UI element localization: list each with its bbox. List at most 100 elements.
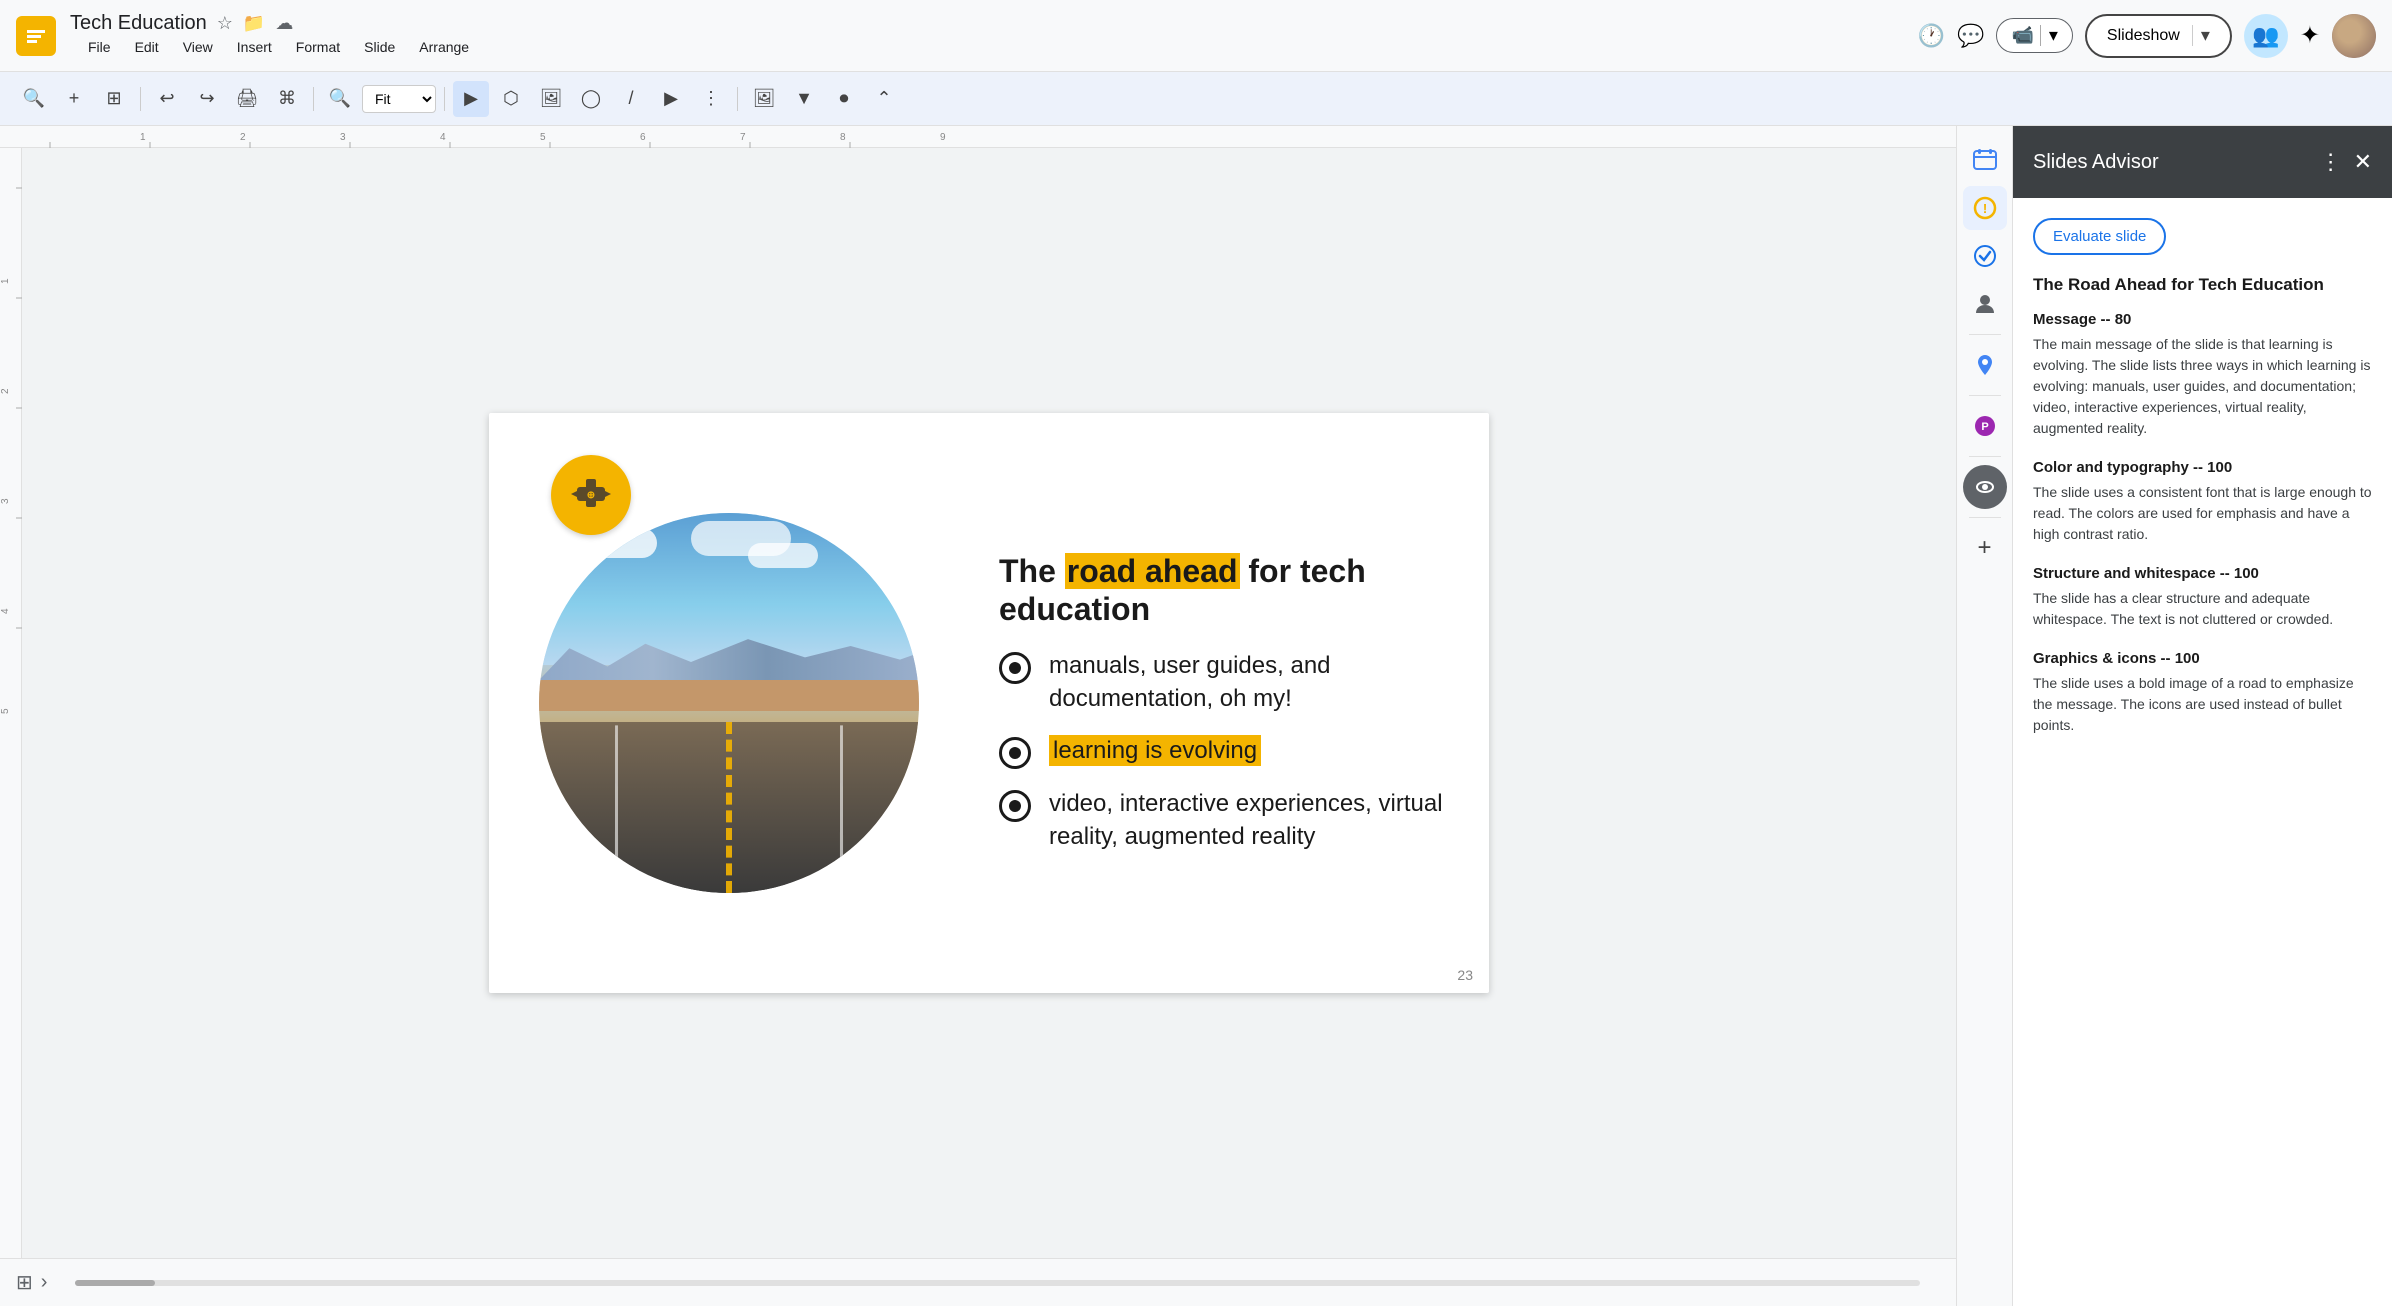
- slide-left: ⊕: [489, 413, 969, 993]
- advisor-section-message: Message -- 80 The main message of the sl…: [2033, 311, 2372, 439]
- svg-text:1: 1: [0, 278, 11, 284]
- folder-icon[interactable]: 📁: [243, 13, 265, 34]
- fill-btn[interactable]: ▼: [786, 81, 822, 117]
- background-btn[interactable]: 🖼: [746, 81, 782, 117]
- history-icon[interactable]: 🕐: [1918, 23, 1945, 49]
- svg-text:⊕: ⊕: [587, 490, 595, 501]
- redo-btn[interactable]: ↪: [189, 81, 225, 117]
- slideshow-button[interactable]: Slideshow ▾: [2085, 14, 2232, 58]
- video-insert-btn[interactable]: ▶: [653, 81, 689, 117]
- rail-add-icon[interactable]: +: [1963, 526, 2007, 570]
- top-bar: Tech Education ☆ 📁 ☁ File Edit View Inse…: [0, 0, 2392, 72]
- toolbar-sep-2: [313, 87, 314, 111]
- svg-text:5: 5: [0, 708, 11, 714]
- rail-advisor-icon[interactable]: !: [1963, 186, 2007, 230]
- road-sign-icon: ⊕: [551, 455, 631, 535]
- list-item: learning is evolving: [999, 734, 1459, 769]
- transform-btn[interactable]: ⬡: [493, 81, 529, 117]
- advisor-more-icon[interactable]: ⋮: [2320, 149, 2342, 175]
- undo-btn[interactable]: ↩: [149, 81, 185, 117]
- shape-btn[interactable]: ◯: [573, 81, 609, 117]
- svg-text:2: 2: [0, 388, 11, 394]
- bullet-text-1: manuals, user guides, and documentation,…: [1049, 649, 1459, 716]
- star-icon[interactable]: ☆: [217, 13, 233, 34]
- rail-check-icon[interactable]: [1963, 234, 2007, 278]
- advisor-section-text-message: The main message of the slide is that le…: [2033, 334, 2372, 439]
- line-btn[interactable]: /: [613, 81, 649, 117]
- svg-text:9: 9: [940, 132, 946, 143]
- slide-right: The road ahead for tech education manual…: [969, 532, 1489, 874]
- rail-eye-icon[interactable]: [1963, 465, 2007, 509]
- next-slide-icon[interactable]: ›: [41, 1271, 48, 1294]
- paint-format-btn[interactable]: ⌘: [269, 81, 305, 117]
- advisor-section-graphics: Graphics & icons -- 100 The slide uses a…: [2033, 650, 2372, 736]
- grid-view-btn[interactable]: ⊞: [96, 81, 132, 117]
- bullet-list: manuals, user guides, and documentation,…: [999, 649, 1459, 854]
- advisor-close-icon[interactable]: ✕: [2354, 149, 2372, 175]
- bullet-text-3: video, interactive experiences, virtual …: [1049, 787, 1459, 854]
- select-tool-btn[interactable]: ▶: [453, 81, 489, 117]
- sparkle-icon[interactable]: ✦: [2300, 21, 2320, 50]
- add-people-button[interactable]: 👥: [2244, 14, 2288, 58]
- svg-text:8: 8: [840, 132, 846, 143]
- print-btn[interactable]: 🖨: [229, 81, 265, 117]
- svg-text:2: 2: [240, 132, 246, 143]
- app-icon: [16, 16, 56, 56]
- image-btn[interactable]: 🖼: [533, 81, 569, 117]
- svg-text:3: 3: [0, 498, 11, 504]
- cloud-icon[interactable]: ☁: [275, 13, 293, 34]
- ruler-vertical: 1 2 3 4 5: [0, 148, 22, 1258]
- svg-text:3: 3: [340, 132, 346, 143]
- rail-purple-icon[interactable]: P: [1963, 404, 2007, 448]
- rail-person-icon[interactable]: [1963, 282, 2007, 326]
- doc-title-area: Tech Education ☆ 📁 ☁ File Edit View Inse…: [70, 12, 479, 59]
- advisor-main-title: The Road Ahead for Tech Education: [2033, 275, 2372, 295]
- slideshow-label: Slideshow: [2107, 27, 2180, 45]
- advisor-content: Evaluate slide The Road Ahead for Tech E…: [2013, 198, 2392, 1306]
- zoom-out-btn[interactable]: 🔍: [16, 81, 52, 117]
- advisor-section-title-message: Message -- 80: [2033, 311, 2372, 328]
- icon-rail: ! P +: [1956, 126, 2012, 1306]
- evaluate-slide-button[interactable]: Evaluate slide: [2033, 218, 2166, 255]
- menu-edit[interactable]: Edit: [125, 35, 169, 59]
- slide-title-highlight: road ahead: [1065, 553, 1240, 589]
- advisor-section-text-graphics: The slide uses a bold image of a road to…: [2033, 673, 2372, 736]
- bullet-icon-2: [999, 737, 1031, 769]
- zoom-in-btn[interactable]: +: [56, 81, 92, 117]
- menu-format[interactable]: Format: [286, 35, 350, 59]
- video-button[interactable]: 📹 ▾: [1996, 18, 2072, 53]
- slide-scrollbar[interactable]: [75, 1280, 1920, 1286]
- advisor-section-title-color: Color and typography -- 100: [2033, 459, 2372, 476]
- rail-maps-icon[interactable]: [1963, 343, 2007, 387]
- list-item: manuals, user guides, and documentation,…: [999, 649, 1459, 716]
- slideshow-dropdown-arrow: ▾: [2192, 25, 2210, 46]
- rail-sep-3: [1969, 456, 2001, 457]
- menu-file[interactable]: File: [78, 35, 121, 59]
- slide-viewport[interactable]: ⊕: [22, 148, 1956, 1258]
- advisor-section-structure: Structure and whitespace -- 100 The slid…: [2033, 565, 2372, 630]
- rail-sep-2: [1969, 395, 2001, 396]
- collapse-btn[interactable]: ⌃: [866, 81, 902, 117]
- slide: ⊕: [489, 413, 1489, 993]
- menu-arrange[interactable]: Arrange: [409, 35, 479, 59]
- svg-text:4: 4: [0, 608, 11, 614]
- advisor-section-text-color: The slide uses a consistent font that is…: [2033, 482, 2372, 545]
- menu-view[interactable]: View: [173, 35, 223, 59]
- zoom-select[interactable]: Fit 50% 75% 100%: [362, 85, 436, 113]
- main-area: 1 2 3 4 5 6 7 8 9: [0, 126, 2392, 1306]
- advisor-section-title-graphics: Graphics & icons -- 100: [2033, 650, 2372, 667]
- menu-slide[interactable]: Slide: [354, 35, 405, 59]
- rail-calendar-icon[interactable]: [1963, 138, 2007, 182]
- doc-title: Tech Education: [70, 12, 207, 35]
- zoom-reset-btn[interactable]: 🔍: [322, 81, 358, 117]
- more-btn[interactable]: ⋮: [693, 81, 729, 117]
- record-btn[interactable]: ⏺: [826, 81, 862, 117]
- canvas-area: 1 2 3 4 5 6 7 8 9: [0, 126, 1956, 1306]
- advisor-section-color: Color and typography -- 100 The slide us…: [2033, 459, 2372, 545]
- menu-insert[interactable]: Insert: [227, 35, 282, 59]
- grid-view-icon[interactable]: ⊞: [16, 1270, 33, 1295]
- bullet-text-2: learning is evolving: [1049, 734, 1261, 768]
- slide-title: The road ahead for tech education: [999, 552, 1459, 629]
- advisor-header-actions: ⋮ ✕: [2320, 149, 2372, 175]
- comments-icon[interactable]: 💬: [1957, 23, 1984, 49]
